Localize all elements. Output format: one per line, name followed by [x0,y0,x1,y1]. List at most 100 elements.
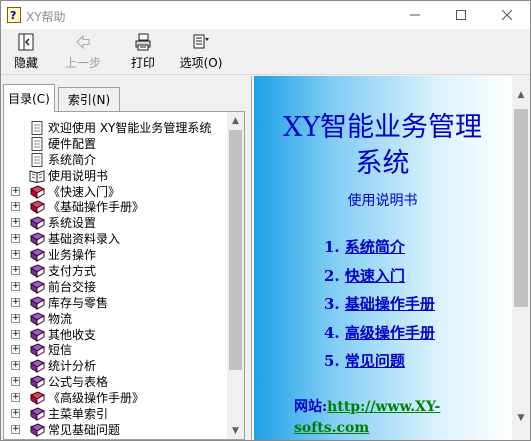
expand-icon[interactable]: + [11,202,20,212]
print-button[interactable]: 打印 [126,32,160,72]
svg-text:?: ? [10,9,16,22]
tree-item-faq[interactable]: + 常见基础问题 [4,422,228,438]
tree-item-basic-manual[interactable]: + 《基础操作手册》 [4,199,228,215]
closed-book-icon [29,359,45,374]
expand-icon[interactable]: + [11,218,20,228]
tree-item-quickstart[interactable]: + 《快速入门》 [4,184,228,200]
content-scrollbar[interactable]: ▲ ▼ [512,76,530,440]
tree-item-advanced-manual[interactable]: + 《高级操作手册》 [4,390,228,406]
back-arrow-icon [76,34,90,50]
close-button[interactable] [484,1,530,29]
expand-icon[interactable]: + [11,361,20,371]
close-icon [502,10,512,20]
tree-item-label: 硬件配置 [48,136,97,151]
scroll-up-arrow-icon[interactable]: ▲ [227,112,244,129]
tree-item-label: 常见基础问题 [48,422,121,437]
contents-tree-box: 欢迎使用 XY智能业务管理系统 硬件配置 系统简介 使用说明书 + 《快速入门》… [3,111,245,440]
window-title: XY帮助 [26,10,66,24]
expand-icon[interactable]: + [11,409,20,419]
tree-item-formulas[interactable]: + 公式与表格 [4,374,228,390]
tree-item-basic-data[interactable]: + 基础资料录入 [4,231,228,247]
link-quickstart[interactable]: 快速入门 [345,267,405,285]
expand-icon[interactable]: + [11,393,20,403]
expand-icon[interactable]: + [11,377,20,387]
closed-book-icon [29,264,45,278]
help-app-icon: ? [7,7,21,23]
closed-book-icon [29,216,45,231]
tree-item-hardware[interactable]: 硬件配置 [4,136,228,152]
expand-icon[interactable]: + [11,186,20,196]
open-book-icon [29,170,45,183]
closed-book-icon [29,407,45,421]
expand-icon[interactable]: + [11,424,20,434]
content-scroll-thumb[interactable] [514,109,528,307]
expand-icon[interactable]: + [11,297,20,307]
minimize-button[interactable] [392,1,438,29]
options-icon [193,34,209,49]
hide-button[interactable]: 隐藏 [9,32,43,72]
tree-scroll-thumb[interactable] [229,130,242,370]
doc-title: XY智能业务管理 系统 [254,110,511,182]
tree-item-inventory[interactable]: + 库存与零售 [4,295,228,311]
closed-book-icon [29,343,45,358]
tree-scrollbar[interactable]: ▲ ▼ [227,112,244,439]
tree-item-business[interactable]: + 业务操作 [4,247,228,263]
website-line: 网站:http://www.XY-softs.com [294,397,494,439]
tree-item-system-settings[interactable]: + 系统设置 [4,215,228,231]
expand-icon[interactable]: + [11,329,20,339]
back-button[interactable]: 上一步 [63,32,103,72]
expand-icon[interactable]: + [11,345,20,355]
link-advanced-manual[interactable]: 高级操作手册 [345,324,435,342]
toolbar: 隐藏 上一步 打印 选项(O) [1,29,530,75]
tab-index[interactable]: 索引(N) [58,87,120,111]
options-button[interactable]: 选项(O) [177,32,225,72]
tree-item-label: 公式与表格 [48,375,109,390]
closed-book-icon [29,375,45,390]
tree-item-logistics[interactable]: + 物流 [4,311,228,327]
doc-link-number: 1. [324,238,340,256]
tree-item-label: 其他收支 [48,327,97,342]
tab-contents[interactable]: 目录(C) [3,84,55,112]
page-icon [31,136,43,151]
scroll-up-arrow-icon[interactable]: ▲ [512,86,530,103]
tree-item-other-income[interactable]: + 其他收支 [4,327,228,343]
tree-item-label: 系统设置 [48,216,97,231]
website-label: 网站: [294,399,328,415]
tree-item-label: 主菜单索引 [48,407,109,422]
tree-item-label: 业务操作 [48,248,97,263]
expand-icon[interactable]: + [11,281,20,291]
tree-item-sms[interactable]: + 短信 [4,342,228,358]
tree-item-welcome[interactable]: 欢迎使用 XY智能业务管理系统 [4,120,228,136]
expand-icon[interactable]: + [11,234,20,244]
doc-subtitle: 使用说明书 [347,193,418,209]
tree-item-label: 支付方式 [48,264,97,279]
tree-item-handover[interactable]: + 前台交接 [4,279,228,295]
doc-link-item: 3. 基础操作手册 [324,293,435,322]
doc-link-item: 5. 常见问题 [324,350,435,379]
closed-book-icon [29,423,45,437]
minimize-icon [410,14,420,16]
link-system-intro[interactable]: 系统简介 [345,238,405,256]
scroll-down-arrow-icon[interactable]: ▼ [512,409,530,426]
expand-icon[interactable]: + [11,250,20,260]
tree-item-label: 库存与零售 [48,295,109,310]
doc-link-item: 1. 系统简介 [324,236,435,265]
tree-item-statistics[interactable]: + 统计分析 [4,358,228,374]
tree-item-label: 基础资料录入 [48,232,121,247]
link-basic-manual[interactable]: 基础操作手册 [345,295,435,313]
help-window: ? XY帮助 隐藏 上一步 打印 选项(O) 目录(C) 索引(N) 欢迎使用 … [0,0,531,441]
maximize-button[interactable] [438,1,484,29]
tree-item-menu-index[interactable]: + 主菜单索引 [4,406,228,422]
print-label: 打印 [130,56,155,70]
tree-item-intro[interactable]: 系统简介 [4,152,228,168]
tree-item-label: 《基础操作手册》 [48,200,145,215]
printer-icon [135,33,151,51]
tree-item-manual[interactable]: 使用说明书 [4,168,228,184]
expand-icon[interactable]: + [11,266,20,276]
closed-book-icon [29,232,45,247]
tree-item-label: 短信 [48,343,73,358]
link-faq[interactable]: 常见问题 [345,352,405,370]
scroll-down-arrow-icon[interactable]: ▼ [227,422,244,439]
tree-item-payment[interactable]: + 支付方式 [4,263,228,279]
expand-icon[interactable]: + [11,313,20,323]
